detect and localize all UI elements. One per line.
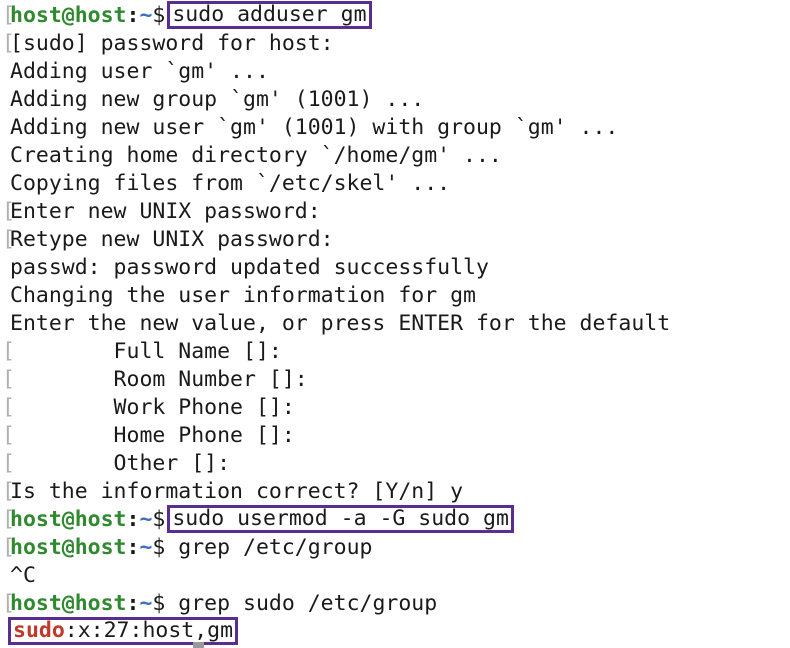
terminal-line: [[sudo] password for host: xyxy=(2,30,790,58)
line-marker: [ xyxy=(2,227,15,252)
prompt-user-host: host@host xyxy=(10,507,127,532)
prompt-separator: : xyxy=(126,507,140,532)
terminal-line: Changing the user information for gm xyxy=(2,282,790,310)
line-marker: [ xyxy=(2,535,15,560)
output-text: Home Phone []: xyxy=(10,423,295,448)
prompt-dollar: $ xyxy=(152,535,179,560)
terminal-line: Adding user `gm' ... xyxy=(2,58,790,86)
prompt-separator: : xyxy=(126,3,140,28)
output-text: Enter the new value, or press ENTER for … xyxy=(10,311,671,336)
line-marker: [ xyxy=(2,591,15,616)
terminal-line: [host@host:~$ sudo adduser gm xyxy=(2,1,790,30)
line-marker: [ xyxy=(2,199,15,224)
terminal-line: sudo:x:27:host,gm xyxy=(2,617,790,646)
terminal-window[interactable]: [host@host:~$ sudo adduser gm [[sudo] pas… xyxy=(0,0,790,648)
terminal-line: Creating home directory `/home/gm' ... xyxy=(2,142,790,170)
output-text: [sudo] password for host: xyxy=(10,31,334,56)
highlighted-command-usermod: sudo usermod -a -G sudo gm xyxy=(167,505,514,533)
terminal-line: [ Work Phone []: xyxy=(2,394,790,422)
line-marker: [ xyxy=(2,367,15,392)
line-marker: [ xyxy=(2,31,15,56)
output-text: Full Name []: xyxy=(10,339,282,364)
command-text: grep sudo /etc/group xyxy=(178,591,438,616)
output-text: Room Number []: xyxy=(10,367,308,392)
output-text: ^C xyxy=(10,563,36,588)
terminal-line: [ Other []: xyxy=(2,450,790,478)
output-text: Copying files from `/etc/skel' ... xyxy=(10,171,451,196)
terminal-line: Copying files from `/etc/skel' ... xyxy=(2,170,790,198)
output-text: Enter new UNIX password: xyxy=(10,199,321,224)
prompt-user-host: host@host xyxy=(10,591,127,616)
prompt-separator: : xyxy=(126,591,140,616)
command-text: grep /etc/group xyxy=(178,535,373,560)
terminal-line: [Enter new UNIX password: xyxy=(2,198,790,226)
terminal-line: Adding new group `gm' (1001) ... xyxy=(2,86,790,114)
grep-result-rest: :x:27:host,gm xyxy=(64,618,234,643)
terminal-line: [ Full Name []: xyxy=(2,338,790,366)
prompt-path: ~ xyxy=(139,507,153,532)
line-marker: [ xyxy=(2,395,15,420)
terminal-line: [ Room Number []: xyxy=(2,366,790,394)
terminal-line: [host@host:~$ grep sudo /etc/group xyxy=(2,590,790,618)
prompt-user-host: host@host xyxy=(10,3,127,28)
prompt-path: ~ xyxy=(139,535,153,560)
highlighted-command-adduser: sudo adduser gm xyxy=(167,1,372,29)
output-text: Other []: xyxy=(10,451,231,476)
output-text: Adding new user `gm' (1001) with group `… xyxy=(10,115,619,140)
prompt-separator: : xyxy=(126,535,140,560)
prompt-path: ~ xyxy=(139,591,153,616)
output-text: Changing the user information for gm xyxy=(10,283,476,308)
line-marker: [ xyxy=(2,3,15,28)
output-text: Retype new UNIX password: xyxy=(10,227,334,252)
terminal-line: passwd: password updated successfully xyxy=(2,254,790,282)
line-marker: [ xyxy=(2,451,15,476)
output-text: Creating home directory `/home/gm' ... xyxy=(10,143,502,168)
terminal-line: [host@host:~$ grep /etc/group xyxy=(2,534,790,562)
terminal-line: [ Home Phone []: xyxy=(2,422,790,450)
output-text: Adding user `gm' ... xyxy=(10,59,269,84)
terminal-cursor xyxy=(193,642,204,648)
output-text: Adding new group `gm' (1001) ... xyxy=(10,87,425,112)
prompt-dollar: $ xyxy=(152,507,166,532)
prompt-path: ~ xyxy=(139,3,153,28)
output-text: Is the information correct? [Y/n] y xyxy=(10,479,464,504)
prompt-user-host: host@host xyxy=(10,535,127,560)
grep-match-text: sudo xyxy=(13,618,65,643)
output-text: passwd: password updated successfully xyxy=(10,255,489,280)
prompt-dollar: $ xyxy=(152,591,179,616)
highlighted-grep-result: sudo:x:27:host,gm xyxy=(8,617,239,645)
terminal-line: [host@host:~$ sudo usermod -a -G sudo gm xyxy=(2,505,790,534)
line-marker: [ xyxy=(2,339,15,364)
terminal-line: Adding new user `gm' (1001) with group `… xyxy=(2,114,790,142)
terminal-line: ^C xyxy=(2,562,790,590)
prompt-dollar: $ xyxy=(152,3,166,28)
output-text: Work Phone []: xyxy=(10,395,295,420)
line-marker: [ xyxy=(2,479,15,504)
terminal-line: [Retype new UNIX password: xyxy=(2,226,790,254)
line-marker: [ xyxy=(2,423,15,448)
line-marker: [ xyxy=(2,507,15,532)
terminal-line: Enter the new value, or press ENTER for … xyxy=(2,310,790,338)
terminal-line: [Is the information correct? [Y/n] y xyxy=(2,478,790,506)
